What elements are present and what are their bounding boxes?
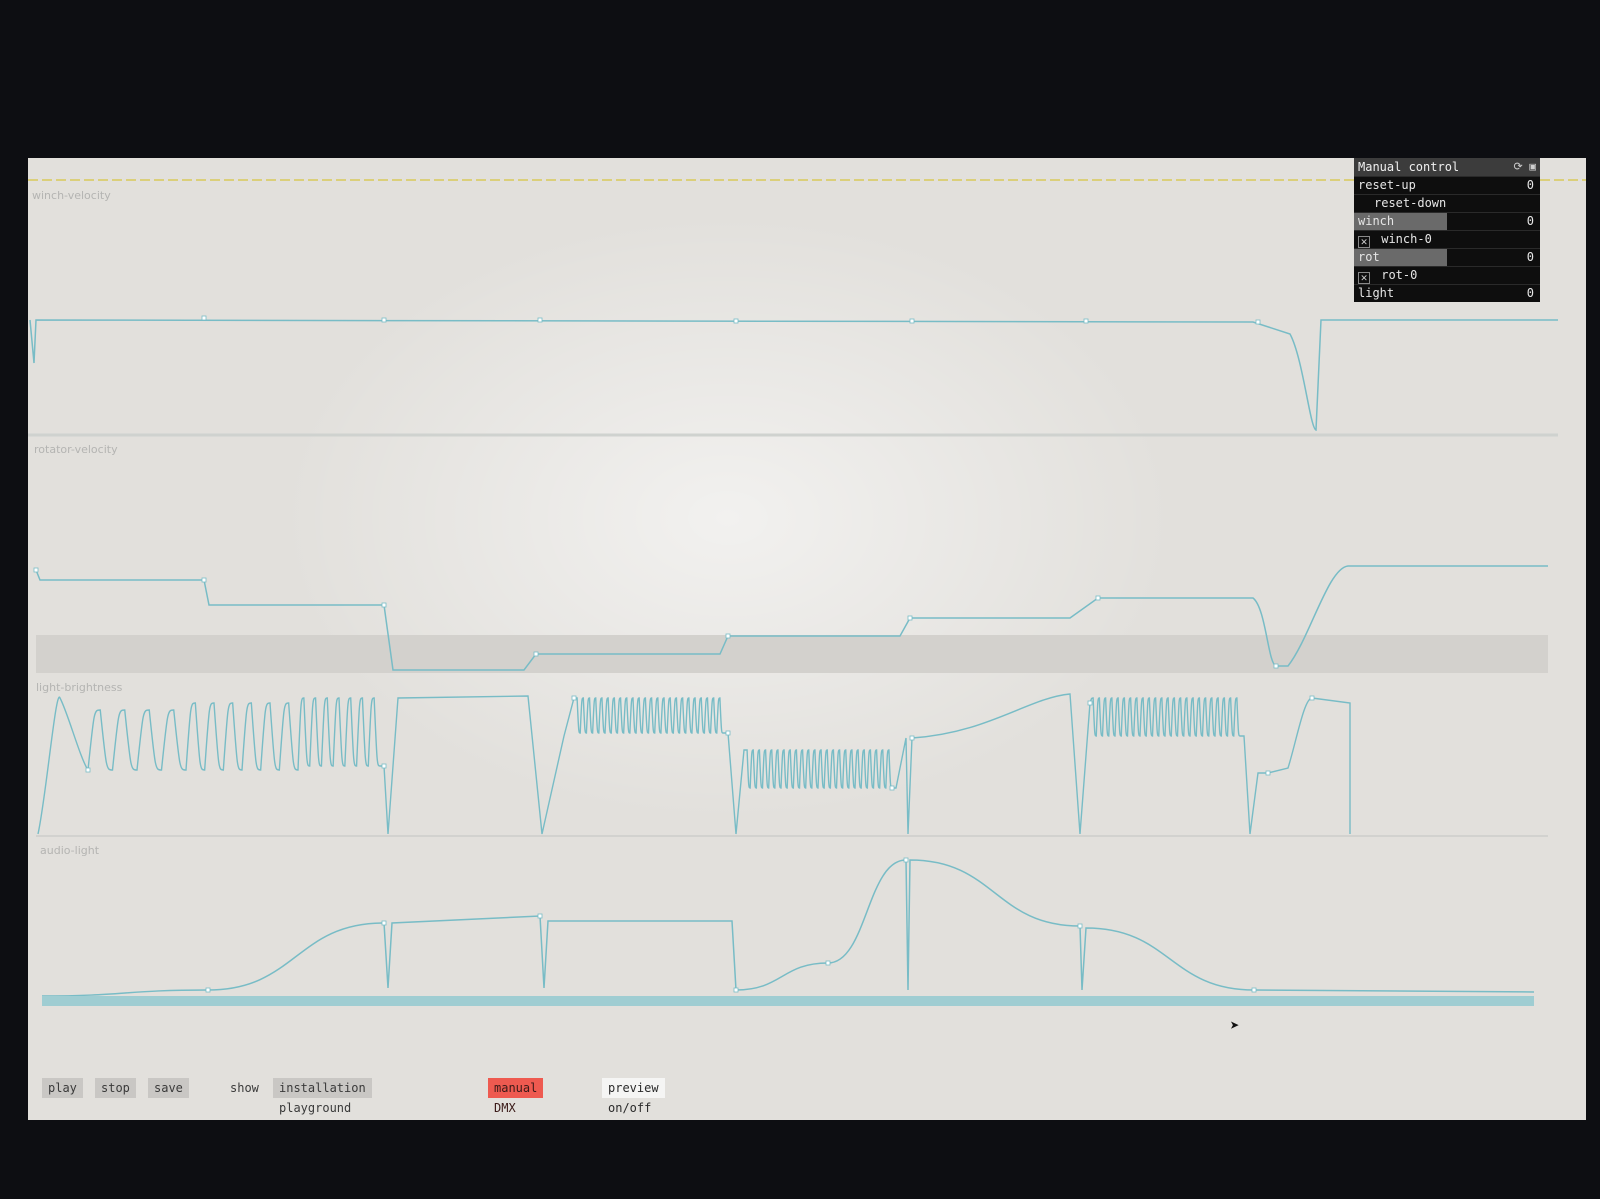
keyframe-point[interactable] — [725, 633, 731, 639]
keyframe-point[interactable] — [733, 987, 739, 993]
stop-button[interactable]: stop — [95, 1078, 136, 1098]
slider-label: winch — [1358, 214, 1395, 228]
manual-control-title: Manual control — [1358, 160, 1460, 174]
manual-control-panel[interactable]: Manual control ⟳ ▣ reset-up 0 reset-down… — [1354, 158, 1540, 302]
keyframe-point[interactable] — [1273, 663, 1279, 669]
winch-0-toggle[interactable]: ✕ winch-0 — [1354, 230, 1540, 248]
track-label-rotator: rotator-velocity — [34, 443, 118, 456]
keyframe-point[interactable] — [1255, 319, 1261, 325]
track-label-audio: audio-light — [40, 844, 100, 857]
audio-waveform-bar — [42, 996, 1534, 1006]
checkbox-checked-icon[interactable]: ✕ — [1358, 272, 1370, 284]
light-slider[interactable]: light 0 — [1354, 284, 1540, 302]
reset-down-button[interactable]: reset-down — [1354, 194, 1540, 212]
keyframe-point[interactable] — [571, 695, 577, 701]
winch-velocity-curve[interactable] — [29, 319, 1558, 432]
track-label-winch: winch-velocity — [32, 189, 111, 202]
slider-value: 0 — [1526, 214, 1534, 228]
keyframe-point[interactable] — [909, 735, 915, 741]
keyframe-point[interactable] — [825, 960, 831, 966]
slider-value: 0 — [1526, 250, 1534, 264]
toggle-label: rot-0 — [1381, 268, 1418, 282]
show-label: show — [230, 1081, 259, 1095]
keyframe-point[interactable] — [1309, 695, 1315, 701]
manual-dmx-button[interactable]: manual DMX (m) — [488, 1078, 544, 1115]
toggle-label: winch-0 — [1381, 232, 1432, 246]
save-button[interactable]: save — [148, 1078, 189, 1098]
lane-band — [36, 635, 1548, 673]
reset-up-slider[interactable]: reset-up 0 — [1354, 176, 1540, 194]
keyframe-point[interactable] — [1251, 987, 1257, 993]
keyframe-point[interactable] — [381, 763, 387, 769]
checkbox-checked-icon[interactable]: ✕ — [1358, 236, 1370, 248]
keyframe-point[interactable] — [33, 567, 39, 573]
panel-controls[interactable]: ⟳ ▣ — [1514, 158, 1536, 176]
keyframe-point[interactable] — [889, 785, 895, 791]
preview-toggle-button[interactable]: preview on/off (p) — [602, 1078, 665, 1115]
keyframe-point[interactable] — [201, 577, 207, 583]
rot-0-toggle[interactable]: ✕ rot-0 — [1354, 266, 1540, 284]
keyframe-point[interactable] — [537, 913, 543, 919]
audio-light-curve[interactable] — [41, 859, 1535, 997]
keyframe-point[interactable] — [1095, 595, 1101, 601]
keyframe-point[interactable] — [1077, 923, 1083, 929]
keyframe-point[interactable] — [725, 730, 731, 736]
keyframe-point[interactable] — [1265, 770, 1271, 776]
keyframe-point[interactable] — [85, 767, 91, 773]
rot-slider[interactable]: rot 0 — [1354, 248, 1540, 266]
refresh-icon[interactable]: ⟳ — [1514, 160, 1523, 173]
play-button[interactable]: play — [42, 1078, 83, 1098]
timeline-area[interactable] — [28, 158, 1586, 1120]
minimize-icon[interactable]: ▣ — [1529, 160, 1536, 173]
slider-value: 0 — [1526, 178, 1534, 192]
keyframe-point[interactable] — [903, 857, 909, 863]
keyframe-point[interactable] — [533, 651, 539, 657]
slider-label: reset-up — [1358, 178, 1416, 192]
keyframe-point[interactable] — [201, 315, 207, 321]
keyframe-point[interactable] — [381, 920, 387, 926]
light-brightness-curve[interactable] — [37, 693, 1351, 835]
keyframe-point[interactable] — [205, 987, 211, 993]
manual-control-header[interactable]: Manual control ⟳ ▣ — [1354, 158, 1540, 176]
keyframe-point[interactable] — [381, 317, 387, 323]
keyframe-point[interactable] — [381, 602, 387, 608]
slider-label: rot — [1358, 250, 1380, 264]
slider-value: 0 — [1526, 286, 1534, 300]
mouse-pointer-icon: ➤ — [1230, 1016, 1240, 1035]
keyframe-point[interactable] — [907, 615, 913, 621]
keyframe-point[interactable] — [909, 318, 915, 324]
app-window: winch-velocity rotator-velocity light-br… — [28, 158, 1586, 1120]
track-label-light: light-brightness — [36, 681, 123, 694]
keyframe-point[interactable] — [1083, 318, 1089, 324]
installation-playground-button[interactable]: installation playground — [273, 1078, 372, 1115]
winch-slider[interactable]: winch 0 — [1354, 212, 1540, 230]
keyframe-point[interactable] — [537, 317, 543, 323]
button-label: reset-down — [1374, 196, 1447, 210]
keyframe-point[interactable] — [733, 318, 739, 324]
slider-label: light — [1358, 286, 1395, 300]
keyframe-point[interactable] — [1087, 700, 1093, 706]
